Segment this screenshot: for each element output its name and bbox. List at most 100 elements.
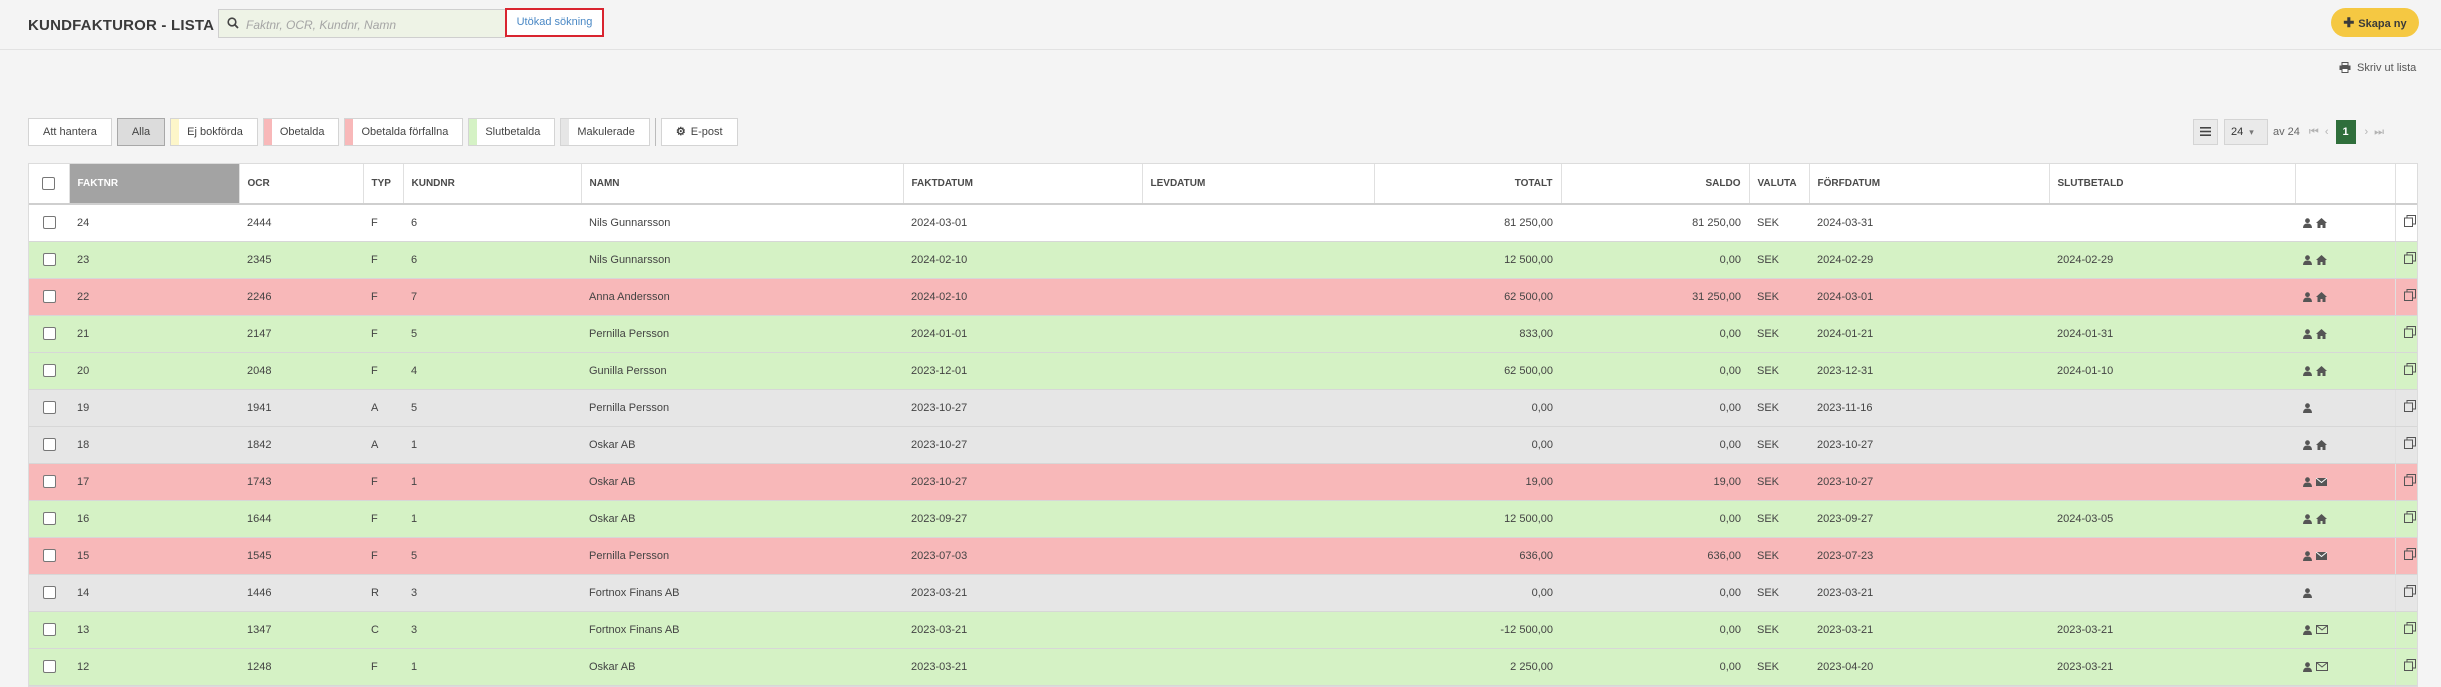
cell-kundnr: 1 xyxy=(403,500,581,538)
row-checkbox[interactable] xyxy=(42,401,56,414)
copy-icon[interactable] xyxy=(2404,400,2417,412)
row-checkbox-cell[interactable] xyxy=(29,574,69,612)
column-header-slutbetald[interactable]: SLUTBETALD xyxy=(2049,164,2296,205)
email-button[interactable]: ⚙ E-post xyxy=(660,118,738,146)
copy-icon[interactable] xyxy=(2404,474,2417,486)
table-row[interactable]: 16 1644 F 1 Oskar AB 2023-09-27 12 500,00 0,00 S… xyxy=(29,500,2417,538)
table-row[interactable]: 17 1743 F 1 Oskar AB 2023-10-27 19,00 19,00 SEK 2… xyxy=(29,463,2417,501)
next-page-icon[interactable]: › xyxy=(2365,126,2369,138)
row-checkbox[interactable] xyxy=(42,364,56,377)
row-checkbox-cell[interactable] xyxy=(29,241,69,279)
column-header-faktnr[interactable]: FAKTNR xyxy=(69,164,240,205)
current-page[interactable]: 1 xyxy=(2335,120,2356,144)
row-checkbox-cell[interactable] xyxy=(29,463,69,501)
filter-button-0[interactable]: Att hantera xyxy=(28,118,112,146)
row-checkbox[interactable] xyxy=(42,512,56,525)
row-checkbox-cell[interactable] xyxy=(29,611,69,649)
copy-cell[interactable] xyxy=(2395,537,2417,575)
copy-cell[interactable] xyxy=(2395,500,2417,538)
copy-cell[interactable] xyxy=(2395,611,2417,649)
row-checkbox-cell[interactable] xyxy=(29,537,69,575)
column-header-namn[interactable]: NAMN xyxy=(581,164,904,205)
list-view-button[interactable] xyxy=(2193,119,2218,145)
row-checkbox-cell[interactable] xyxy=(29,278,69,316)
column-header-forfdatum[interactable]: FÖRFDATUM xyxy=(1809,164,2050,205)
copy-icon[interactable] xyxy=(2404,289,2417,301)
copy-icon[interactable] xyxy=(2404,215,2417,228)
column-header-levdatum[interactable]: LEVDATUM xyxy=(1142,164,1375,205)
copy-cell[interactable] xyxy=(2395,204,2417,242)
copy-cell[interactable] xyxy=(2395,352,2417,390)
filter-button-2[interactable]: Ej bokförda xyxy=(170,118,258,146)
table-row[interactable]: 12 1248 F 1 Oskar AB 2023-03-21 2 250,00 0,00 SE… xyxy=(29,648,2417,686)
copy-cell[interactable] xyxy=(2395,241,2417,279)
filter-button-4[interactable]: Obetalda förfallna xyxy=(344,118,464,146)
print-list-link[interactable]: Skriv ut lista xyxy=(2339,62,2416,74)
row-checkbox-cell[interactable] xyxy=(29,500,69,538)
table-row[interactable]: 21 2147 F 5 Pernilla Persson 2024-01-01 833,00… xyxy=(29,315,2417,353)
column-header-faktdatum[interactable]: FAKTDATUM xyxy=(903,164,1143,205)
filter-button-1[interactable]: Alla xyxy=(116,118,166,146)
row-checkbox[interactable] xyxy=(42,327,56,340)
row-checkbox[interactable] xyxy=(42,549,56,562)
copy-icon[interactable] xyxy=(2404,326,2417,338)
copy-icon[interactable] xyxy=(2404,622,2417,634)
last-page-icon[interactable]: ⏭ xyxy=(2374,126,2384,139)
table-row[interactable]: 19 1941 A 5 Pernilla Persson 2023-10-27 0,00 0,… xyxy=(29,389,2417,427)
row-checkbox[interactable] xyxy=(42,586,56,599)
column-header-totalt[interactable]: TOTALT xyxy=(1374,164,1562,205)
copy-icon[interactable] xyxy=(2404,585,2417,597)
column-header-valuta[interactable]: VALUTA xyxy=(1749,164,1810,205)
copy-icon[interactable] xyxy=(2404,659,2417,671)
row-checkbox[interactable] xyxy=(42,253,56,266)
table-row[interactable]: 22 2246 F 7 Anna Andersson 2024-02-10 62 500,0… xyxy=(29,278,2417,316)
row-checkbox-cell[interactable] xyxy=(29,352,69,390)
copy-icon[interactable] xyxy=(2404,363,2417,375)
create-new-button[interactable]: ✚ Skapa ny xyxy=(2331,8,2419,37)
select-all-checkbox-cell[interactable] xyxy=(29,164,70,205)
table-row[interactable]: 23 2345 F 6 Nils Gunnarsson 2024-02-10 12 500,… xyxy=(29,241,2417,279)
copy-cell[interactable] xyxy=(2395,315,2417,353)
table-row[interactable]: 18 1842 A 1 Oskar AB 2023-10-27 0,00 0,00 SEK 202… xyxy=(29,426,2417,464)
column-header-typ[interactable]: TYP xyxy=(363,164,404,205)
table-row[interactable]: 15 1545 F 5 Pernilla Persson 2023-07-03 636,00… xyxy=(29,537,2417,575)
table-row[interactable]: 24 2444 F 6 Nils Gunnarsson 2024-03-01 81 250,… xyxy=(29,204,2417,242)
row-checkbox-cell[interactable] xyxy=(29,426,69,464)
copy-cell[interactable] xyxy=(2395,278,2417,316)
first-page-icon[interactable]: ⏮ xyxy=(2309,126,2319,139)
column-header-saldo[interactable]: SALDO xyxy=(1561,164,1750,205)
page-size-select[interactable]: 24 ▾ xyxy=(2224,119,2268,145)
column-header-kundnr[interactable]: KUNDNR xyxy=(403,164,582,205)
copy-icon[interactable] xyxy=(2404,548,2417,560)
row-checkbox[interactable] xyxy=(42,660,56,673)
row-checkbox[interactable] xyxy=(42,623,56,636)
copy-cell[interactable] xyxy=(2395,463,2417,501)
copy-cell[interactable] xyxy=(2395,648,2417,686)
row-checkbox-cell[interactable] xyxy=(29,315,69,353)
copy-icon[interactable] xyxy=(2404,511,2417,523)
column-header-ocr[interactable]: OCR xyxy=(239,164,364,205)
row-checkbox[interactable] xyxy=(42,438,56,451)
advanced-search-link[interactable]: Utökad sökning xyxy=(505,8,604,37)
row-checkbox[interactable] xyxy=(42,216,56,230)
prev-page-icon[interactable]: ‹ xyxy=(2325,126,2329,138)
select-all-checkbox[interactable] xyxy=(42,177,56,190)
table-row[interactable]: 13 1347 C 3 Fortnox Finans AB 2023-03-21 -12 5… xyxy=(29,611,2417,649)
filter-button-3[interactable]: Obetalda xyxy=(262,118,340,146)
row-checkbox-cell[interactable] xyxy=(29,204,69,242)
filter-button-6[interactable]: Makulerade xyxy=(560,118,650,146)
copy-cell[interactable] xyxy=(2395,426,2417,464)
search-input[interactable]: Faktnr, OCR, Kundnr, Namn xyxy=(218,9,506,38)
row-checkbox[interactable] xyxy=(42,475,56,488)
copy-icon[interactable] xyxy=(2404,252,2417,264)
row-checkbox[interactable] xyxy=(42,290,56,303)
row-checkbox-cell[interactable] xyxy=(29,389,69,427)
table-row[interactable]: 20 2048 F 4 Gunilla Persson 2023-12-01 62 500,… xyxy=(29,352,2417,390)
copy-icon[interactable] xyxy=(2404,437,2417,449)
copy-cell[interactable] xyxy=(2395,389,2417,427)
table-row[interactable]: 14 1446 R 3 Fortnox Finans AB 2023-03-21 0,00 0… xyxy=(29,574,2417,612)
cell-namn: Anna Andersson xyxy=(581,278,903,316)
copy-cell[interactable] xyxy=(2395,574,2417,612)
filter-button-5[interactable]: Slutbetalda xyxy=(468,118,556,146)
row-checkbox-cell[interactable] xyxy=(29,648,69,686)
